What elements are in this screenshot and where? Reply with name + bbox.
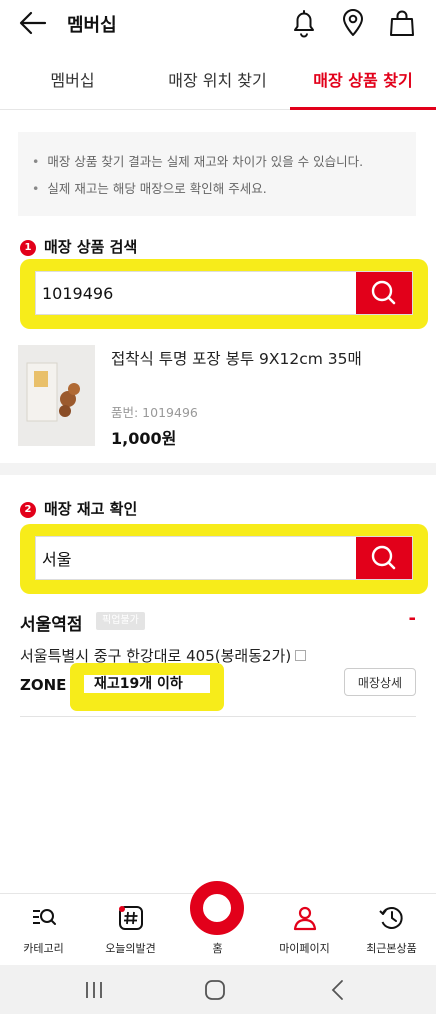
- app-header: 멤버십: [0, 0, 436, 50]
- region-search-input[interactable]: [36, 537, 356, 579]
- person-icon: [293, 906, 316, 931]
- nav-label: 마이페이지: [279, 942, 330, 955]
- product-search-highlight: [20, 259, 428, 329]
- stock-highlight: 재고19개 이하: [70, 663, 224, 711]
- nav-today[interactable]: 오늘의발견: [87, 894, 174, 966]
- stock-status: 재고19개 이하: [94, 676, 183, 692]
- product-price: 1,000원: [111, 429, 177, 448]
- store-detail-button[interactable]: 매장상세: [344, 668, 416, 696]
- nav-recent[interactable]: 최근본상품: [348, 894, 435, 966]
- bell-icon[interactable]: [290, 8, 318, 38]
- product-name: 접착식 투명 포장 봉투 9X12cm 35매: [111, 350, 362, 368]
- product-search-input[interactable]: [36, 272, 356, 314]
- product-photo: [26, 362, 80, 422]
- page-title: 멤버십: [67, 15, 117, 36]
- nav-label: 카테고리: [23, 942, 64, 955]
- copy-icon[interactable]: [295, 650, 307, 661]
- notice-line: • 매장 상품 찾기 결과는 실제 재고와 차이가 있을 수 있습니다.: [32, 154, 364, 169]
- nav-mypage[interactable]: 마이페이지: [261, 894, 348, 966]
- store-divider: [20, 716, 416, 717]
- back-button-icon[interactable]: [328, 979, 348, 1001]
- recent-apps-icon[interactable]: [82, 980, 106, 1000]
- stock-check-heading: 2 매장 재고 확인: [20, 498, 137, 519]
- product-image: [18, 345, 95, 446]
- stock-box: 재고19개 이하: [84, 675, 210, 693]
- tab-membership[interactable]: 멤버십: [0, 58, 145, 110]
- nav-category[interactable]: 카테고리: [0, 894, 87, 966]
- tab-store-locator[interactable]: 매장 위치 찾기: [145, 58, 290, 110]
- back-arrow-icon[interactable]: [18, 10, 48, 36]
- recent-history-icon: [378, 907, 403, 929]
- tab-bar: 멤버십 매장 위치 찾기 매장 상품 찾기: [0, 58, 436, 110]
- region-search-button[interactable]: [356, 537, 412, 579]
- product-search-box: [35, 271, 413, 315]
- store-name: 서울역점: [20, 615, 83, 635]
- notice-box: • 매장 상품 찾기 결과는 실제 재고와 차이가 있을 수 있습니다. • 실제 …: [18, 132, 416, 216]
- shopping-bag-icon[interactable]: [388, 8, 416, 38]
- tab-store-product-search[interactable]: 매장 상품 찾기: [290, 58, 436, 110]
- store-expand-toggle[interactable]: -: [409, 608, 416, 629]
- home-button-icon[interactable]: [204, 979, 226, 1001]
- nav-label: 오늘의발견: [105, 942, 156, 955]
- region-search-box: [35, 536, 413, 580]
- system-nav-bar: [0, 965, 436, 1014]
- product-search-heading: 1 매장 상품 검색: [20, 236, 137, 257]
- notice-line: • 실제 재고는 해당 매장으로 확인해 주세요.: [32, 181, 267, 196]
- search-icon: [371, 545, 396, 570]
- section-divider: [0, 463, 436, 475]
- step-badge: 1: [20, 240, 36, 256]
- product-code: 품번: 1019496: [111, 405, 198, 420]
- category-search-icon: [32, 909, 56, 925]
- search-icon: [371, 280, 396, 305]
- nav-label: 홈: [212, 942, 223, 955]
- location-pin-icon[interactable]: [340, 8, 366, 38]
- home-ring-icon[interactable]: [190, 881, 244, 935]
- product-search-button[interactable]: [356, 272, 412, 314]
- nav-label: 최근본상품: [366, 942, 417, 955]
- hashtag-icon: [118, 906, 143, 930]
- pickup-status-badge: 픽업불가: [96, 612, 145, 630]
- region-search-highlight: [20, 524, 428, 594]
- product-result[interactable]: 접착식 투명 포장 봉투 9X12cm 35매 품번: 1019496 1,00…: [18, 345, 418, 450]
- step-badge: 2: [20, 502, 36, 518]
